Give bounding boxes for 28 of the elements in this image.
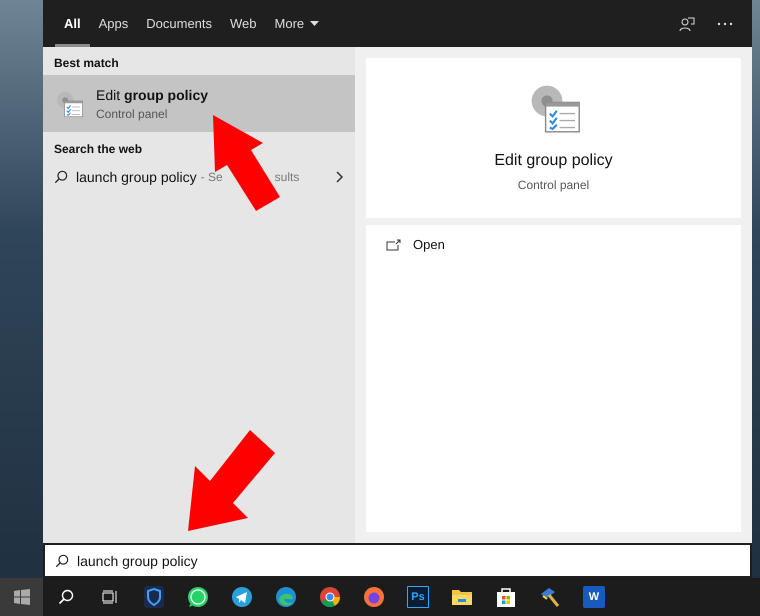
result-hint: - Se (200, 170, 223, 184)
filter-tab[interactable]: Web (221, 0, 266, 47)
word-processor-icon[interactable]: W (583, 586, 605, 608)
filter-tab[interactable]: Documents (137, 0, 222, 47)
ellipsis-icon (717, 22, 733, 26)
chevron-right-icon (336, 171, 344, 183)
open-action[interactable]: Open (386, 237, 721, 252)
result-subtitle: Control panel (96, 106, 168, 120)
filter-tab[interactable]: Apps (90, 0, 138, 47)
section-heading: Search the web (53, 141, 144, 158)
preview-title: Edit group policy (494, 152, 613, 170)
windows-logo-icon (14, 589, 30, 605)
photo-editor-icon[interactable]: Ps (407, 586, 429, 608)
search-icon (54, 170, 68, 184)
best-match-result[interactable]: Edit group policy Control panel (43, 75, 355, 132)
search-icon (55, 554, 69, 568)
search-query: launch group policy (76, 169, 197, 185)
search-bar[interactable]: launch group policy (43, 543, 752, 578)
search-field[interactable]: launch group policy (77, 552, 740, 568)
result-hint: sults (274, 170, 300, 184)
web-search-result[interactable]: launch group policy - Se sults (43, 161, 355, 193)
result-title: Edit group policy (96, 86, 208, 102)
person-feedback-icon (679, 16, 695, 32)
filter-tab[interactable]: More (266, 0, 328, 47)
preview-subtitle: Control panel (518, 178, 590, 192)
open-window-icon (386, 238, 401, 250)
start-button[interactable] (0, 578, 43, 616)
section-heading: Best match (53, 55, 120, 72)
